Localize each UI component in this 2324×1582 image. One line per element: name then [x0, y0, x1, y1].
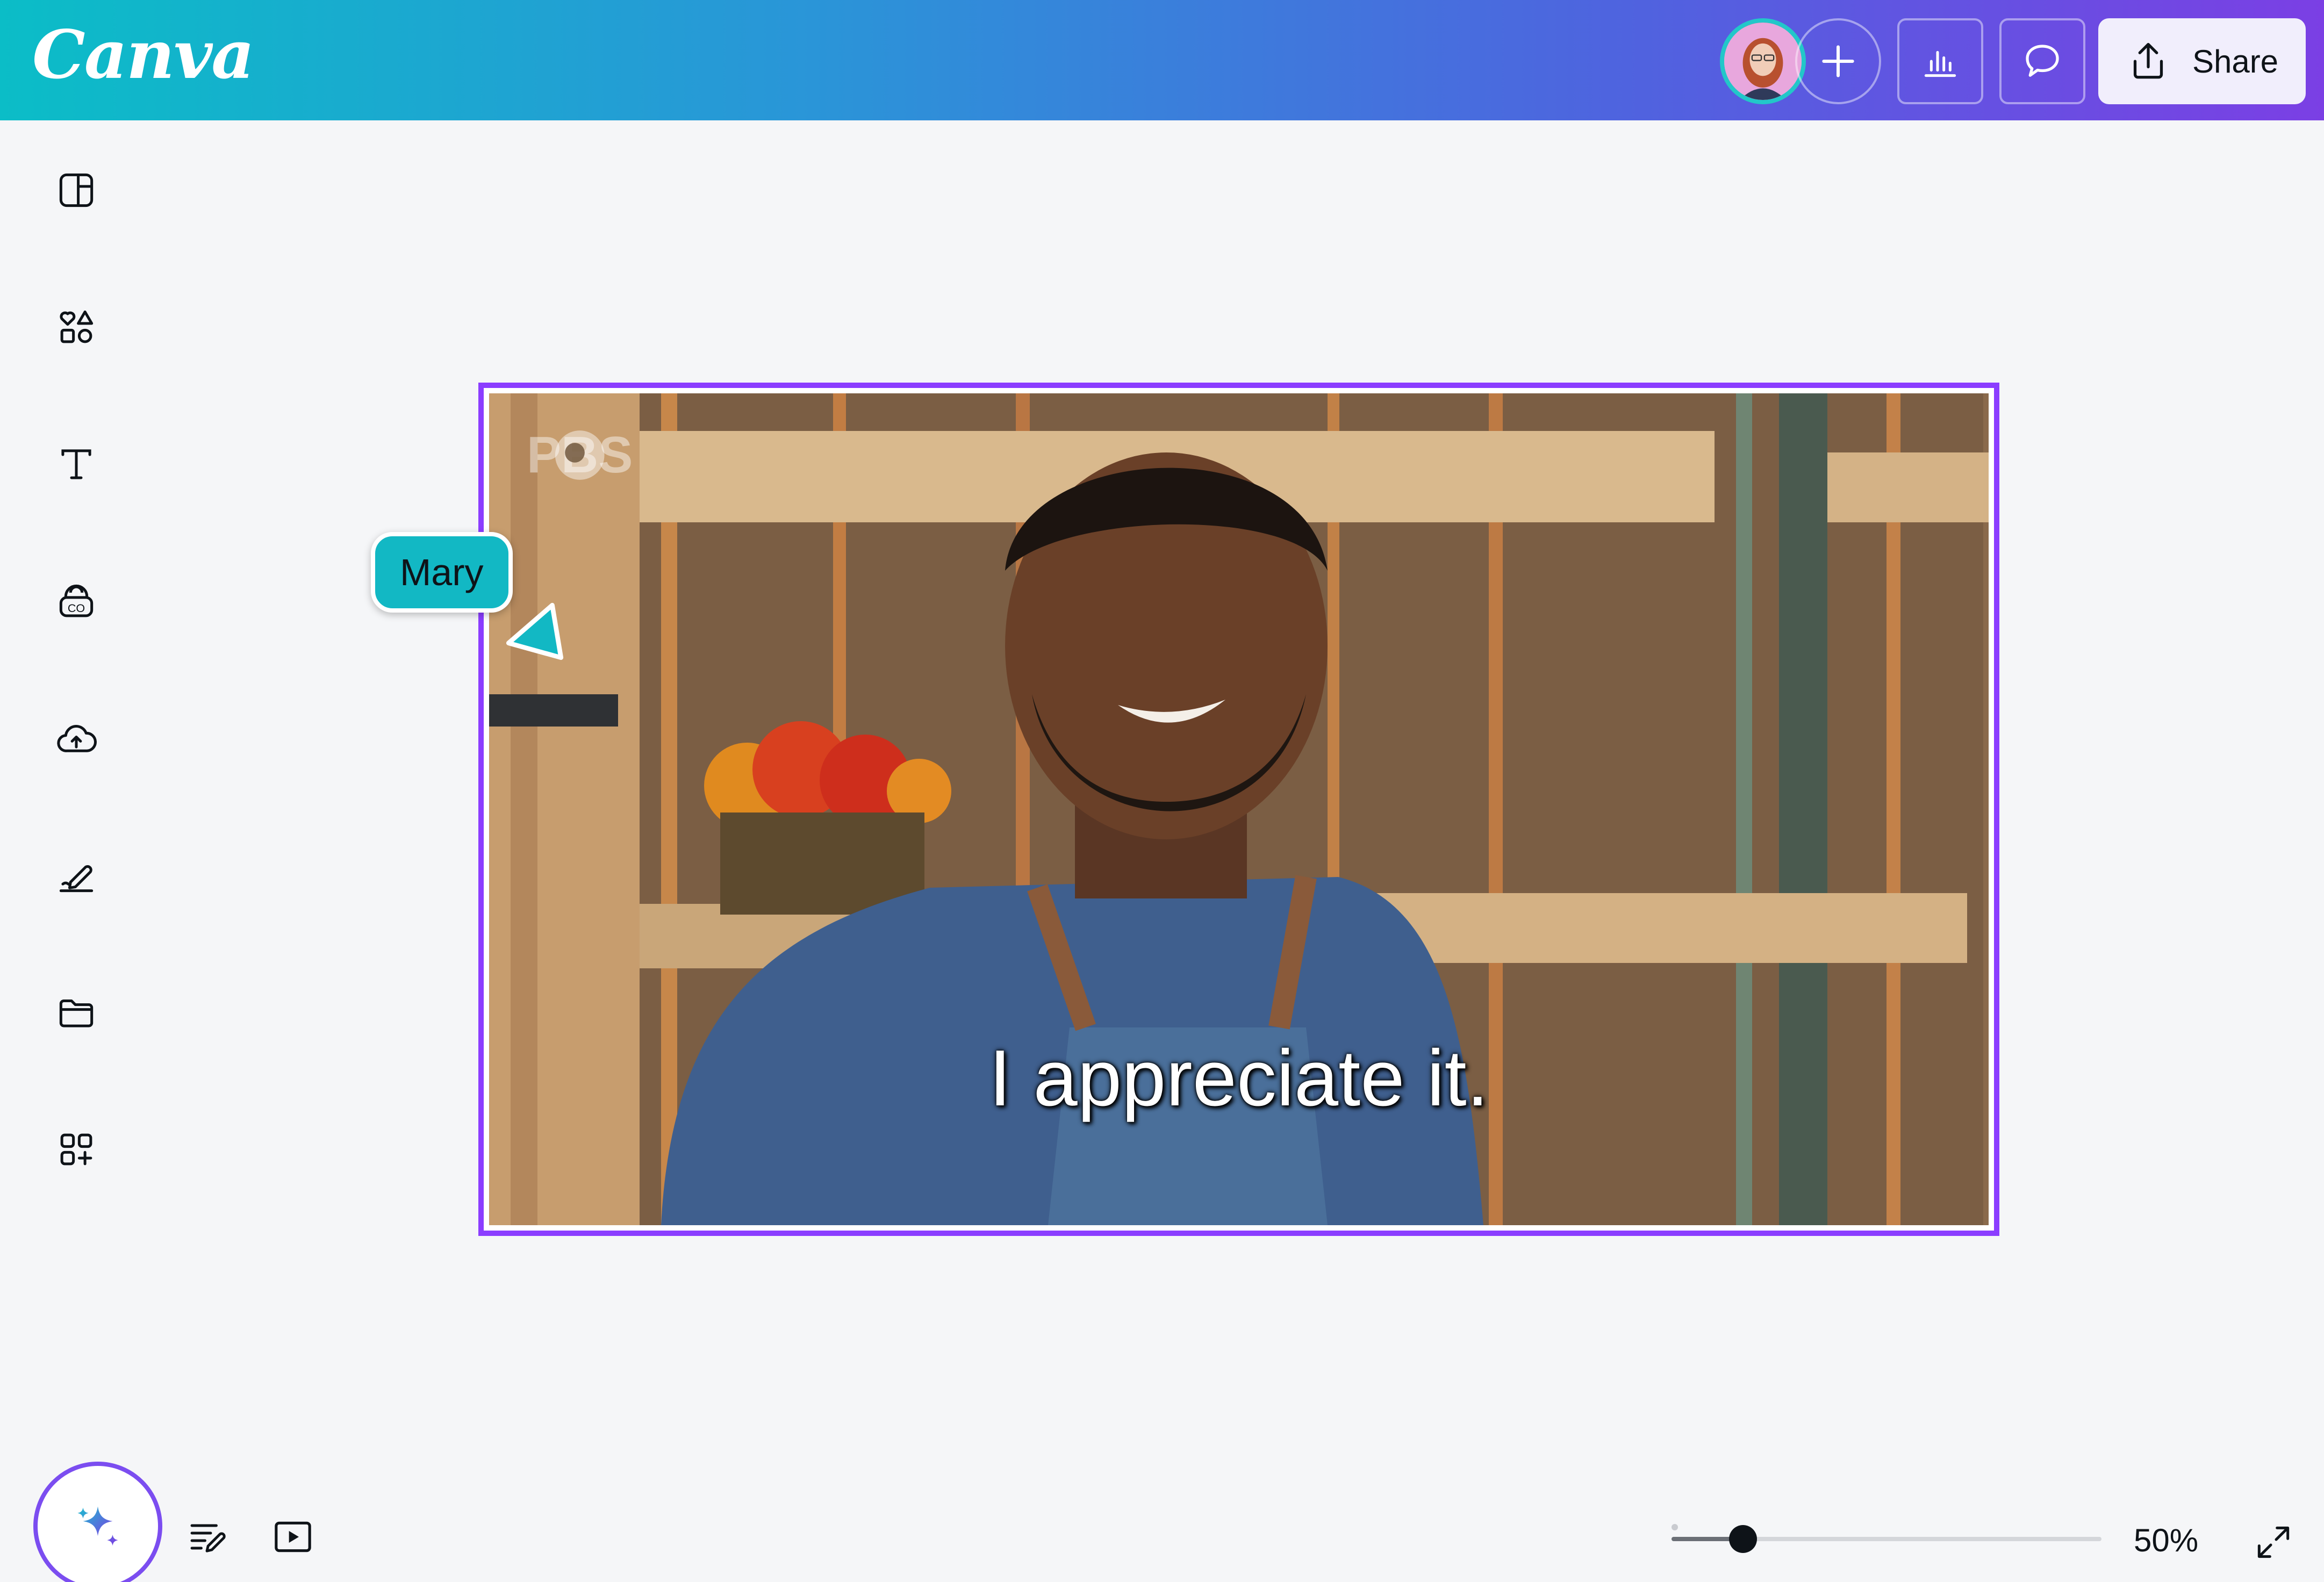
- play-icon: [275, 1521, 311, 1552]
- collaborator-cursor-label: Mary: [371, 532, 513, 613]
- zoom-min-marker: [1672, 1524, 1678, 1530]
- sidebar-item-brand[interactable]: CO: [49, 574, 103, 628]
- expand-icon: [2257, 1526, 2290, 1558]
- sidebar-item-draw[interactable]: [49, 848, 103, 902]
- video-element[interactable]: PBS I appreciate it.: [489, 393, 1989, 1225]
- share-icon: [2133, 42, 2163, 79]
- sidebar-item-apps[interactable]: [49, 1123, 103, 1176]
- avatar[interactable]: [1720, 18, 1806, 104]
- present-button[interactable]: [266, 1510, 320, 1564]
- magic-assistant-button[interactable]: [33, 1462, 162, 1582]
- sidebar-item-design[interactable]: [49, 163, 103, 217]
- layout-icon: [59, 173, 94, 207]
- comment-icon: [2026, 45, 2059, 77]
- draw-icon: [59, 865, 94, 893]
- sidebar-item-elements[interactable]: [49, 300, 103, 354]
- comment-button[interactable]: [1999, 18, 2085, 104]
- pbs-logo-icon: [555, 430, 605, 480]
- shapes-icon: [60, 310, 94, 343]
- zoom-level-label[interactable]: 50%: [2134, 1522, 2198, 1559]
- avatar-image: [1724, 23, 1802, 100]
- sidebar-item-uploads[interactable]: [49, 711, 103, 765]
- pbs-watermark: PBS: [527, 426, 633, 485]
- zoom-slider[interactable]: [1672, 1525, 2101, 1553]
- folder-icon: [59, 999, 94, 1027]
- top-bar: Canva Share: [0, 0, 2324, 120]
- add-collaborator-button[interactable]: [1795, 18, 1881, 104]
- design-page-selected[interactable]: PBS I appreciate it.: [478, 383, 1999, 1236]
- text-icon: [61, 449, 91, 479]
- zoom-slider-handle[interactable]: [1729, 1525, 1758, 1553]
- svg-text:CO: CO: [68, 602, 85, 615]
- sidebar-item-text[interactable]: [49, 437, 103, 491]
- canva-logo[interactable]: Canva: [32, 16, 255, 94]
- analytics-icon: [1924, 51, 1956, 77]
- analytics-button[interactable]: [1897, 18, 1983, 104]
- fullscreen-button[interactable]: [2247, 1515, 2300, 1569]
- share-button[interactable]: Share: [2098, 18, 2306, 104]
- share-label: Share: [2192, 43, 2279, 80]
- video-caption: I appreciate it.: [989, 1034, 1489, 1123]
- brand-kit-icon: CO: [59, 584, 94, 617]
- notes-icon: [190, 1524, 226, 1552]
- apps-icon: [60, 1133, 92, 1166]
- notes-button[interactable]: [180, 1510, 234, 1564]
- collaborator-cursor-icon: [506, 602, 564, 660]
- cloud-upload-icon: [57, 725, 97, 752]
- magic-sparkle-icon: [77, 1506, 118, 1546]
- left-sidebar: CO: [0, 120, 162, 1582]
- plus-icon: [1822, 45, 1854, 77]
- sidebar-item-projects[interactable]: [49, 986, 103, 1039]
